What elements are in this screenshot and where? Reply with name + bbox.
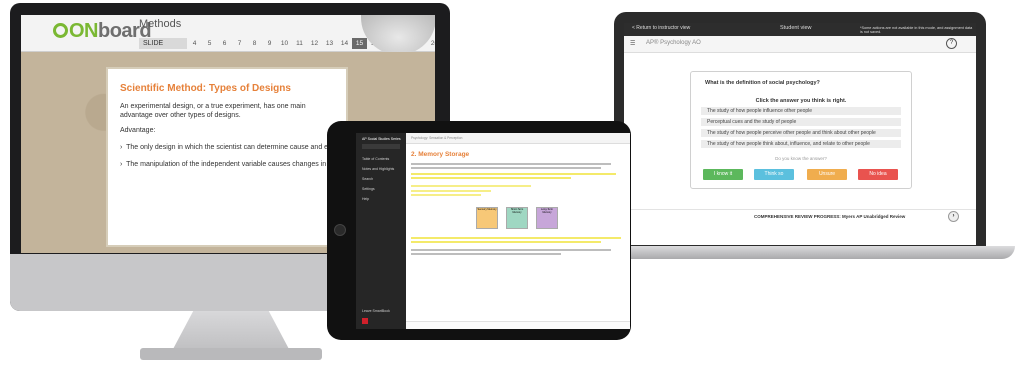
sidebar-search[interactable] [362, 144, 400, 149]
highlighted-text [411, 194, 481, 196]
highlighted-text [411, 237, 621, 239]
diagram-box: Sensory Memory [476, 207, 498, 229]
tablet-bottom-toolbar [406, 321, 630, 329]
unsure-button[interactable]: Unsure [807, 169, 847, 180]
menu-icon[interactable]: ☰ [630, 40, 635, 47]
diagram-box: Short-Term Memory [506, 207, 528, 229]
advantage-label: Advantage: [120, 127, 156, 134]
slide-number[interactable]: 15 [352, 38, 367, 49]
progress-footer: COMPREHENSIVE REVIEW PROGRESS: Myers AP … [624, 209, 976, 224]
sidebar-item[interactable]: Search [362, 177, 373, 181]
imac-stand [172, 311, 290, 351]
laptop-base [590, 246, 1015, 259]
slide-card: Scientific Method: Types of Designs An e… [106, 67, 379, 247]
slide-number[interactable]: 12 [307, 38, 322, 49]
imac-base [140, 348, 322, 360]
view-label: Student view [780, 24, 812, 31]
tablet-topbar: Psychology: Sensation & Perception [406, 133, 630, 144]
publisher-logo [362, 318, 368, 324]
highlighted-text [411, 185, 531, 187]
instruction-text: Click the answer you think is right. [755, 98, 847, 104]
mode-notice: *Some actions are not available in this … [860, 26, 973, 34]
slide-bullet: › The only design in which the scientist… [120, 144, 344, 151]
onboard-logo: ONboard [53, 20, 152, 43]
answer-option[interactable]: The study of how people perceive other p… [701, 129, 901, 137]
slide-intro: An experimental design, or a true experi… [120, 103, 306, 119]
sidebar-item[interactable]: Help [362, 197, 369, 201]
think-so-button[interactable]: Think so [754, 169, 794, 180]
slide-bullet: › The manipulation of the independent va… [120, 161, 379, 168]
i-know-it-button[interactable]: I know it [703, 169, 743, 180]
sidebar-item[interactable]: Settings [362, 187, 375, 191]
sidebar-item[interactable]: Table of Contents [362, 157, 389, 161]
slide-label: SLIDE [139, 38, 187, 49]
text-line [411, 249, 611, 251]
highlighted-text [411, 190, 491, 192]
question-card: What is the definition of social psychol… [690, 71, 912, 189]
breadcrumb: Psychology: Sensation & Perception [411, 136, 463, 140]
slide-number[interactable]: 8 [247, 38, 262, 49]
sidebar-item[interactable]: Notes and Highlights [362, 167, 394, 171]
home-button[interactable] [334, 224, 346, 236]
page-title: 2. Memory Storage [411, 151, 470, 158]
review-progress-text: COMPREHENSIVE REVIEW PROGRESS: Myers AP … [754, 214, 906, 219]
answer-option[interactable]: Perceptual cues and the study of people [701, 118, 901, 126]
section-title: Methods [139, 18, 182, 30]
slide-number[interactable]: 7 [232, 38, 247, 49]
confidence-prompt: Do you know the answer? [775, 156, 827, 161]
text-line [411, 167, 601, 169]
highlighted-text [411, 177, 571, 179]
return-link[interactable]: < Return to instructor view [632, 25, 690, 31]
answer-option[interactable]: The study of how people think about, inf… [701, 140, 901, 148]
course-title: AP® Psychology AO [646, 40, 701, 46]
slide-number[interactable]: 5 [202, 38, 217, 49]
highlighted-text [411, 173, 616, 175]
slide-number[interactable]: 14 [337, 38, 352, 49]
slide-number[interactable]: 9 [262, 38, 277, 49]
answer-option[interactable]: The study of how people influence other … [701, 107, 901, 115]
onboard-header: ONboard Methods SLIDE 4 5 6 7 8 9 10 11 12 13 14 15… [21, 15, 435, 55]
slide-number[interactable]: 6 [217, 38, 232, 49]
highlighted-text [411, 241, 601, 243]
help-icon[interactable]: ? [946, 38, 957, 49]
slide-number[interactable]: 13 [322, 38, 337, 49]
instructor-bar: < Return to instructor view Student view… [624, 23, 976, 36]
course-bar: ☰ AP® Psychology AO ? [624, 36, 976, 53]
text-line [411, 253, 561, 255]
laptop-screen: < Return to instructor view Student view… [624, 23, 976, 245]
smartbook-sidebar: AP Social Studies Series Table of Conten… [356, 133, 406, 329]
leave-smartbook-link[interactable]: Leave SmartBook [362, 309, 390, 313]
tablet-screen: AP Social Studies Series Table of Conten… [356, 133, 630, 329]
slide-number[interactable]: 4 [187, 38, 202, 49]
text-line [411, 163, 611, 165]
next-arrow-icon[interactable]: › [948, 211, 959, 222]
sidebar-title: AP Social Studies Series [362, 137, 401, 141]
diagram-box: Long-Term Memory [536, 207, 558, 229]
slide-number[interactable]: 10 [277, 38, 292, 49]
brain-head-image [361, 15, 435, 55]
question-text: What is the definition of social psychol… [705, 80, 820, 86]
slide-number[interactable]: 11 [292, 38, 307, 49]
slide-title: Scientific Method: Types of Designs [120, 83, 291, 94]
no-idea-button[interactable]: No idea [858, 169, 898, 180]
